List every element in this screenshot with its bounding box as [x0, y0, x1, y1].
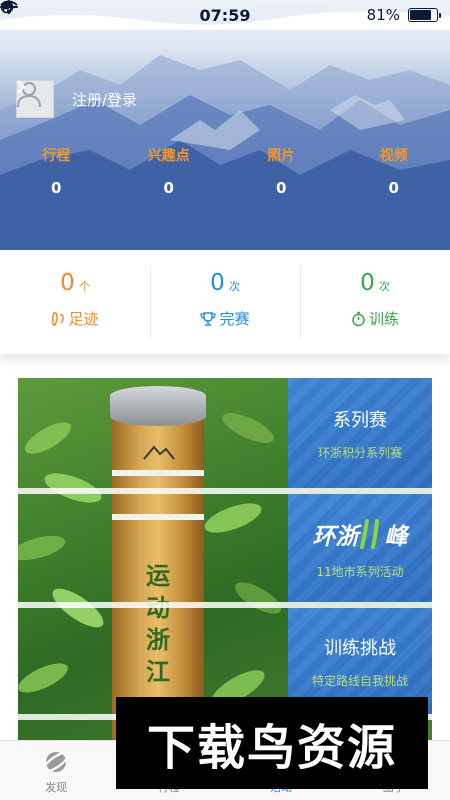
tile-logo: 环浙 峰	[313, 517, 408, 551]
summary-value: 0	[60, 270, 75, 296]
status-bar: 07:59 81%	[0, 0, 450, 30]
chevron-right-icon	[17, 80, 26, 94]
summary-unit: 次	[228, 280, 240, 293]
summary-unit: 次	[378, 280, 390, 293]
summary-label: 训练	[368, 310, 399, 328]
summary-finished[interactable]: 0次 完赛	[150, 252, 300, 354]
stat-value: 0	[388, 179, 399, 197]
tile-subtitle: 环浙积分系列赛	[317, 445, 402, 460]
stat-label: 视频	[379, 148, 408, 164]
banner-divider	[18, 488, 432, 494]
summary-value: 0	[210, 270, 225, 296]
tile-title: 系列赛	[333, 409, 387, 431]
summary-label: 完赛	[219, 310, 250, 328]
profile-header: 07:59 81% 注册/登录 行程 0 兴趣点 0 照片 0 视频 0	[0, 0, 450, 250]
tile-logo-text: 峰	[384, 522, 408, 550]
stat-trips[interactable]: 行程 0	[0, 145, 113, 197]
stat-value: 0	[163, 179, 174, 197]
summary-label: 足迹	[68, 310, 99, 328]
tile-logo-text: 环浙	[312, 522, 359, 550]
login-link[interactable]: 注册/登录	[17, 80, 138, 110]
stat-label: 行程	[42, 148, 71, 164]
tab-discover[interactable]: 发现	[0, 741, 113, 800]
summary-training[interactable]: 0次 训练	[300, 252, 450, 354]
battery-icon	[408, 8, 441, 22]
tab-label: 发现	[45, 780, 68, 794]
footprint-icon	[52, 311, 65, 326]
mountain-background	[0, 55, 450, 250]
stats-row: 行程 0 兴趣点 0 照片 0 视频 0	[0, 145, 450, 197]
activity-banner: 运动浙江 系列赛 环浙积分系列赛 环浙 峰 11地市系列活动 训练挑战 特定路线…	[18, 378, 432, 740]
mountain-logo-icon	[143, 445, 175, 460]
stat-photos[interactable]: 照片 0	[225, 145, 338, 197]
stat-value: 0	[51, 179, 62, 197]
stat-label: 照片	[267, 148, 296, 164]
post-text: 运动浙江	[146, 561, 170, 686]
tile-subtitle: 特定路线自我挑战	[311, 673, 408, 688]
summary-unit: 个	[78, 280, 90, 293]
planet-icon	[42, 750, 71, 773]
status-time: 07:59	[199, 5, 251, 25]
stat-value: 0	[276, 179, 287, 197]
brush-eleven-icon	[359, 518, 379, 549]
summary-card: 0个 足迹 0次 完赛 0次 训练	[0, 252, 450, 354]
watermark-overlay: 下载鸟资源	[116, 697, 428, 789]
signpost-image: 运动浙江	[110, 386, 206, 740]
summary-value: 0	[360, 270, 375, 296]
banner-divider	[18, 602, 432, 608]
tile-zhejiang-peak[interactable]: 环浙 峰 11地市系列活动	[288, 494, 432, 602]
tile-title: 训练挑战	[324, 637, 396, 659]
login-label: 注册/登录	[72, 90, 138, 109]
battery-percent: 81%	[366, 6, 400, 24]
stat-videos[interactable]: 视频 0	[338, 145, 450, 197]
stat-label: 兴趣点	[147, 148, 190, 164]
tile-series-race[interactable]: 系列赛 环浙积分系列赛	[288, 378, 432, 488]
stat-poi[interactable]: 兴趣点 0	[113, 145, 226, 197]
profile-row: 注册/登录	[16, 80, 137, 118]
trophy-icon	[200, 311, 217, 326]
tile-subtitle: 11地市系列活动	[316, 564, 404, 579]
watermark-text: 下载鸟资源	[146, 720, 397, 776]
stopwatch-icon	[352, 311, 365, 326]
summary-footprints[interactable]: 0个 足迹	[0, 252, 150, 354]
